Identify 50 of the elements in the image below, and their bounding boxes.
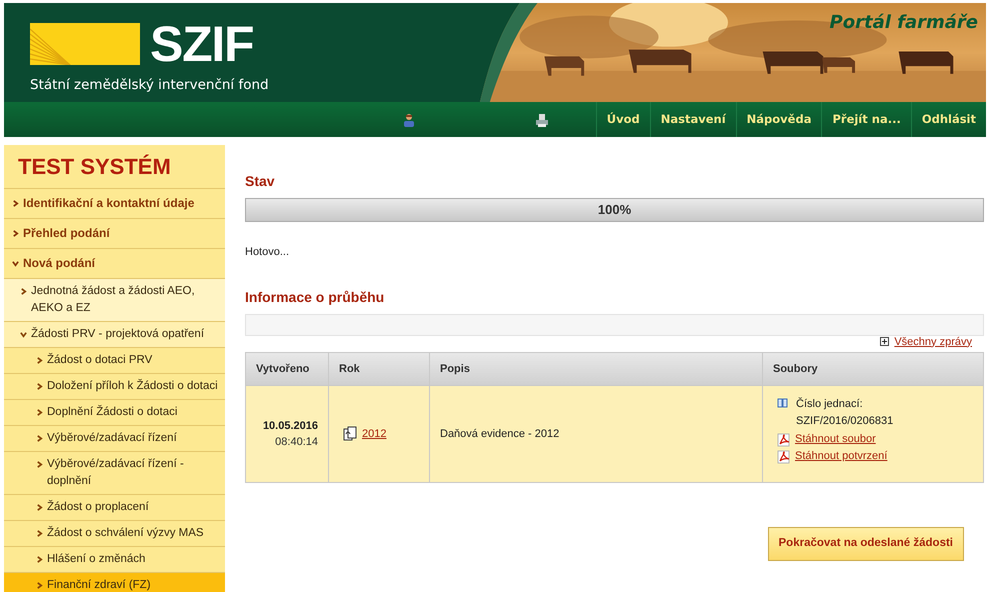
sidebar-item[interactable]: Finanční zdraví (FZ) xyxy=(4,573,225,592)
chevron-right-icon xyxy=(36,435,43,442)
reference-number: SZIF/2016/0206831 xyxy=(796,414,894,429)
logo-icon xyxy=(30,23,140,65)
all-messages-link[interactable]: Všechny zprávy xyxy=(894,334,972,350)
chevron-right-icon xyxy=(36,504,43,511)
nav-link[interactable]: Nastavení xyxy=(650,102,736,137)
printer-icon[interactable] xyxy=(535,112,549,126)
nav-link[interactable]: Nápověda xyxy=(736,102,822,137)
section-heading: Informace o průběhu xyxy=(245,288,386,307)
expand-icon[interactable] xyxy=(880,337,890,346)
column-header: Soubory xyxy=(762,352,984,386)
chevron-right-icon xyxy=(12,200,19,207)
status-message: Hotovo... xyxy=(245,245,290,260)
column-header: Vytvořeno xyxy=(246,352,328,386)
logo-text: SZIF xyxy=(150,19,254,69)
download-link[interactable]: Stáhnout soubor xyxy=(795,431,876,448)
table-cell: 10.05.2016 08:40:14 xyxy=(246,386,328,482)
user-icon[interactable] xyxy=(402,112,416,126)
nav-link[interactable]: Úvod xyxy=(596,102,650,137)
chevron-right-icon xyxy=(36,383,43,390)
chevron-right-icon xyxy=(36,582,43,589)
chevron-right-icon xyxy=(36,357,43,364)
book-icon xyxy=(777,397,788,408)
reference-label: Číslo jednací: xyxy=(796,396,864,412)
chevron-down-icon xyxy=(12,260,19,267)
download-link[interactable]: Stáhnout potvrzení xyxy=(795,448,888,465)
chevron-right-icon xyxy=(36,556,43,563)
chevron-right-icon xyxy=(12,230,19,237)
nav-link[interactable]: Přejít na... xyxy=(821,102,911,137)
chevron-right-icon xyxy=(20,288,27,295)
progress-reading: 100% xyxy=(596,201,632,220)
document-icon xyxy=(343,426,357,442)
table-cell: Daňová evidence - 2012 xyxy=(430,386,762,482)
column-header: Popis xyxy=(430,352,762,386)
sidebar-item[interactable]: Jednotná žádost a žádosti AEO, AEKO a EZ xyxy=(4,279,225,322)
chevron-down-icon xyxy=(20,331,27,338)
sidebar-title: TEST SYSTÉM xyxy=(18,153,171,181)
nav-link[interactable]: Odhlásit xyxy=(910,102,986,137)
year-link[interactable]: 2012 xyxy=(362,426,386,442)
portal-title: Portál farmáře xyxy=(830,11,978,35)
continue-button[interactable]: Pokračovat na odeslané žádosti xyxy=(768,527,964,561)
chevron-right-icon xyxy=(36,409,43,416)
pdf-icon xyxy=(777,450,791,464)
pdf-icon xyxy=(777,432,791,446)
chevron-right-icon xyxy=(36,461,43,468)
sidebar-item[interactable]: Žádosti PRV - projektová opatření xyxy=(4,322,225,348)
chevron-right-icon xyxy=(36,530,43,537)
section-heading: Stav xyxy=(245,172,276,191)
logo-subtitle: Státní zemědělský intervenční fond xyxy=(30,76,269,95)
